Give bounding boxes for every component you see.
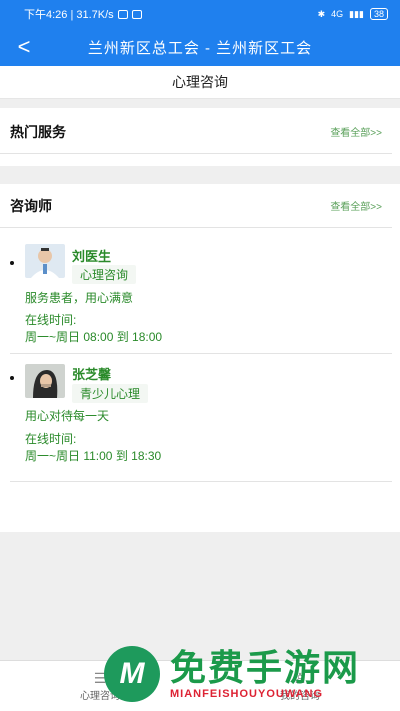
list-bullet [10, 261, 14, 265]
section-tab-label: 心理咨询 [172, 74, 228, 90]
online-time-label: 在线时间: [25, 432, 77, 446]
section-tab: 心理咨询 [0, 66, 400, 99]
bluetooth-icon: ✱ [317, 8, 326, 19]
online-time-value: 周一~周日 08:00 到 18:00 [25, 330, 163, 344]
avatar [25, 244, 65, 278]
status-time: 下午4:26 | 31.7K/s [24, 9, 114, 21]
back-arrow-icon: < [17, 34, 31, 59]
counselors-title: 咨询师 [10, 197, 52, 214]
status-bar: 下午4:26 | 31.7K/s ✱ 4G ▮▮▮ 38 [0, 0, 400, 28]
tab-my-consult[interactable]: ♙ 我的咨询 [200, 661, 400, 711]
counselors-see-all-link[interactable]: 查看全部>> [330, 198, 382, 213]
status-left: 下午4:26 | 31.7K/s [24, 6, 318, 22]
counselor-motto: 服务患者，用心满意 [25, 291, 134, 305]
alarm-icon [117, 9, 128, 19]
battery-indicator: 38 [369, 8, 388, 20]
counselor-card[interactable]: 张芝馨 青少儿心理 用心对待每一天 在线时间: 周一~周日 11:00 到 18… [10, 364, 392, 482]
counselors-section: 咨询师 查看全部>> 刘医生 心理咨询 服务患者，用心满意 在线时间: 周一~周… [0, 184, 400, 532]
counselors-header: 咨询师 查看全部>> [0, 184, 392, 228]
counselor-name: 张芝馨 [72, 367, 112, 382]
nav-bar: < 兰州新区总工会 - 兰州新区工会 [0, 28, 400, 66]
hot-services-section: 热门服务 查看全部>> [0, 108, 400, 166]
avatar [25, 364, 65, 398]
counselor-tag: 心理咨询 [72, 265, 137, 284]
page-title: 兰州新区总工会 - 兰州新区工会 [87, 39, 313, 57]
hot-services-see-all-link[interactable]: 查看全部>> [330, 124, 382, 139]
hot-services-title: 热门服务 [10, 123, 66, 140]
counselor-name: 刘医生 [72, 249, 112, 264]
list-icon: ☰ [93, 669, 107, 686]
hot-services-header: 热门服务 查看全部>> [0, 110, 392, 154]
tab-label: 心理咨询 [80, 690, 120, 702]
user-icon: ♙ [293, 669, 307, 686]
list-bullet [10, 376, 14, 380]
counselor-tag: 青少儿心理 [72, 384, 149, 403]
counselor-card[interactable]: 刘医生 心理咨询 服务患者，用心满意 在线时间: 周一~周日 08:00 到 1… [10, 244, 392, 354]
signal-bars-icon: ▮▮▮ [349, 8, 364, 19]
tab-psych-consult[interactable]: ☰ 心理咨询 [0, 661, 200, 711]
signal-label: 4G [331, 9, 344, 19]
status-right: ✱ 4G ▮▮▮ 38 [318, 8, 388, 20]
notification-icon [131, 9, 142, 19]
online-time-value: 周一~周日 11:00 到 18:30 [25, 449, 162, 463]
tab-label: 我的咨询 [280, 690, 320, 702]
counselor-motto: 用心对待每一天 [25, 409, 110, 423]
back-button[interactable]: < [12, 34, 36, 60]
online-time-label: 在线时间: [25, 313, 77, 327]
bottom-tab-bar: ☰ 心理咨询 ♙ 我的咨询 [0, 660, 400, 711]
